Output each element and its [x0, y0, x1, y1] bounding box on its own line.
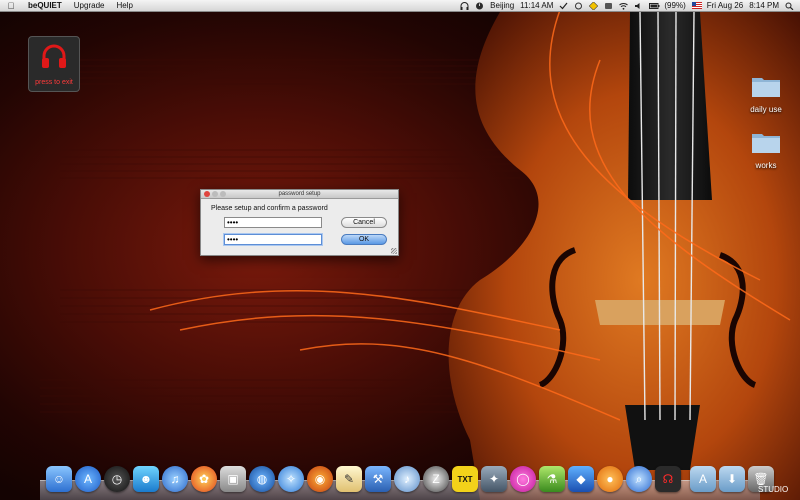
- ichat-icon[interactable]: ☻: [133, 466, 159, 492]
- lasso-icon[interactable]: ◯: [510, 466, 536, 492]
- menu-upgrade[interactable]: Upgrade: [68, 0, 111, 11]
- textedit-icon[interactable]: ✎: [336, 466, 362, 492]
- close-window-icon[interactable]: [204, 191, 210, 197]
- menu-app-name[interactable]: beQUIET: [22, 0, 68, 11]
- txt-icon[interactable]: TXT: [452, 466, 478, 492]
- dashboard-icon[interactable]: ◷: [104, 466, 130, 492]
- applications-folder-icon[interactable]: A: [690, 466, 716, 492]
- warning-sign-icon[interactable]: [589, 0, 599, 11]
- menu-extra-icon[interactable]: [604, 2, 613, 10]
- dialog-titlebar[interactable]: password setup: [201, 190, 398, 199]
- folder-label: daily use: [750, 105, 782, 114]
- password-input[interactable]: [224, 217, 322, 228]
- menu-time[interactable]: 8:14 PM: [749, 1, 779, 10]
- zend-icon[interactable]: Z: [423, 466, 449, 492]
- dock-watermark-text: STUDIO: [758, 485, 789, 494]
- folder-icon: [751, 74, 781, 103]
- violin-wallpaper-art: [40, 9, 800, 500]
- wifi-icon[interactable]: [619, 2, 629, 10]
- magnifier-icon[interactable]: ⌕: [626, 466, 652, 492]
- cancel-button[interactable]: Cancel: [341, 217, 387, 228]
- photo-icon[interactable]: ✿: [191, 466, 217, 492]
- app-store-icon[interactable]: A: [75, 466, 101, 492]
- orange-app-icon[interactable]: ●: [597, 466, 623, 492]
- folder-label: works: [755, 161, 777, 170]
- check-icon[interactable]: [559, 2, 568, 10]
- xcode-icon[interactable]: ⚒: [365, 466, 391, 492]
- blue-app-icon[interactable]: ◆: [568, 466, 594, 492]
- dialog-prompt: Please setup and confirm a password: [211, 205, 328, 212]
- headphones-icon[interactable]: [460, 1, 469, 10]
- bird-icon[interactable]: ✦: [481, 466, 507, 492]
- world-clock-icon[interactable]: [475, 2, 484, 10]
- dialog-title: password setup: [278, 191, 321, 197]
- menu-bar:  beQUIET Upgrade Help Beijing 11:14 AM: [0, 0, 800, 12]
- apple-menu-icon[interactable]: : [0, 1, 22, 11]
- preview-icon[interactable]: ▣: [220, 466, 246, 492]
- confirm-password-input[interactable]: [224, 234, 322, 245]
- volume-icon[interactable]: [634, 2, 643, 10]
- world-clock-city[interactable]: Beijing: [490, 1, 514, 10]
- spotlight-search-icon[interactable]: [785, 2, 794, 10]
- zoom-window-icon[interactable]: [220, 191, 226, 197]
- resize-grip-icon[interactable]: [391, 248, 397, 254]
- itunes-icon[interactable]: ♫: [162, 466, 188, 492]
- bequiet-headphones-icon[interactable]: ☊: [655, 466, 681, 492]
- menu-help[interactable]: Help: [110, 0, 138, 11]
- google-earth-icon[interactable]: ◍: [249, 466, 275, 492]
- world-clock-time[interactable]: 11:14 AM: [520, 1, 553, 10]
- desktop-wallpaper: [0, 0, 800, 500]
- password-setup-dialog: password setup Please setup and confirm …: [200, 189, 399, 256]
- red-headphones-icon: [39, 42, 69, 77]
- safari-icon[interactable]: ✧: [278, 466, 304, 492]
- sync-icon[interactable]: [574, 2, 583, 10]
- vial-icon[interactable]: ⚗: [539, 466, 565, 492]
- press-to-exit-label: press to exit: [35, 79, 73, 86]
- music-icon[interactable]: ♪: [394, 466, 420, 492]
- ok-button[interactable]: OK: [341, 234, 387, 245]
- finder-icon[interactable]: ☺: [46, 466, 72, 492]
- menu-date[interactable]: Fri Aug 26: [707, 1, 743, 10]
- press-to-exit-button[interactable]: press to exit: [28, 36, 80, 92]
- dock: ☺ A ◷ ☻ ♫ ✿ ▣ ◍ ✧ ◉ ✎ ⚒ ♪ Z TXT ✦ ◯ ⚗ ◆ …: [46, 462, 774, 492]
- minimize-window-icon[interactable]: [212, 191, 218, 197]
- downloads-folder-icon[interactable]: ⬇: [719, 466, 745, 492]
- folder-works[interactable]: works: [743, 130, 789, 170]
- battery-percent[interactable]: (99%): [664, 1, 685, 10]
- firefox-icon[interactable]: ◉: [307, 466, 333, 492]
- folder-icon: [751, 130, 781, 159]
- us-flag-icon[interactable]: [691, 1, 702, 10]
- folder-daily-use[interactable]: daily use: [743, 74, 789, 114]
- battery-icon[interactable]: [649, 2, 660, 10]
